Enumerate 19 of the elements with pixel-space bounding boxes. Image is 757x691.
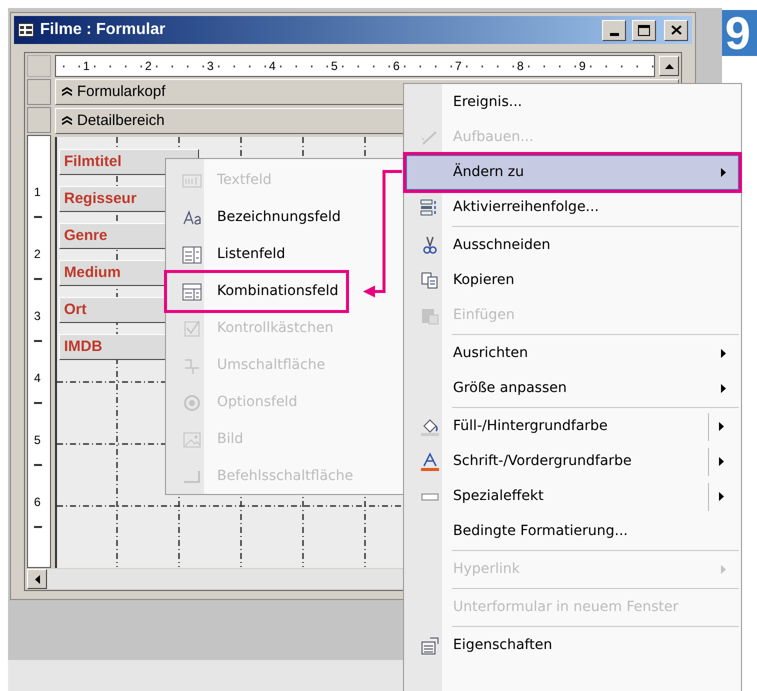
ruler-number: 2 (34, 247, 41, 261)
menu-item[interactable]: Schrift-/Vordergrundfarbe (406, 444, 739, 479)
menu-item[interactable]: Größe anpassen (406, 371, 739, 406)
ruler-number: 6 (34, 495, 41, 509)
ruler-number: 1 (34, 185, 41, 199)
menu-item[interactable]: Bedingte Formatierung... (406, 514, 739, 549)
ruler-number: 3 (34, 309, 41, 323)
menu-item[interactable]: Eigenschaften (406, 628, 739, 663)
menu-item[interactable]: Ausschneiden (406, 228, 739, 263)
ruler-number: 5 (34, 433, 41, 447)
ruler-number: 4 (34, 371, 41, 385)
step-badge: 9 (722, 10, 757, 56)
menu-item[interactable]: Spezialeffekt (406, 479, 739, 514)
menu-item[interactable]: Kopieren (406, 263, 739, 298)
menu-item[interactable]: Füll-/Hintergrundfarbe (406, 409, 739, 444)
menu-item[interactable]: Ausrichten (406, 336, 739, 371)
menu-item[interactable]: Ändern zu (406, 155, 739, 190)
window-title: Filme : Formular (40, 20, 166, 40)
menu-item[interactable]: Aktivierreihenfolge... (406, 190, 739, 225)
